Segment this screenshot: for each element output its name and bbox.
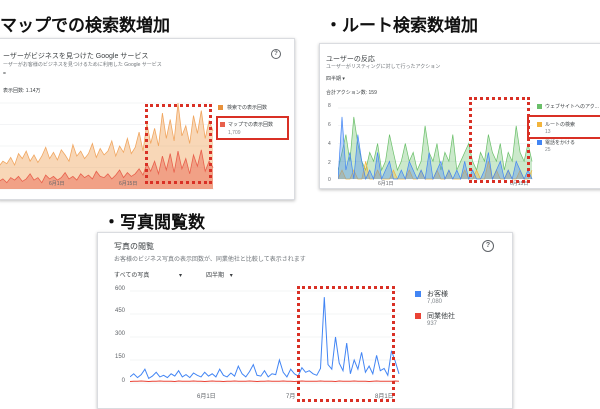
period-label: 四半期 <box>206 273 225 279</box>
y-tick: 2 <box>328 160 331 166</box>
highlight-dotted-photos <box>297 286 395 402</box>
card-route-total: 合計アクション数: 159 <box>326 90 377 96</box>
card-photos-subtitle: お客様のビジネス写真の表示回数が、同業他社と比較して表示されます <box>114 257 306 263</box>
card-route-period[interactable]: 四半期 ▾ <box>326 75 345 82</box>
legend-swatch-competitors[interactable] <box>415 313 421 319</box>
x-tick: 6月1日 <box>378 181 394 187</box>
y-tick: 300 <box>114 331 125 337</box>
y-tick: 0 <box>328 177 331 183</box>
highlight-box-maps-legend <box>216 116 289 140</box>
heading-photos: ・写真閲覧数 <box>103 213 205 232</box>
highlight-box-route-legend <box>527 115 600 139</box>
legend-swatch-customer[interactable] <box>415 291 421 297</box>
legend-label-customer: お客様 <box>427 291 448 298</box>
y-tick: 8 <box>328 103 331 109</box>
legend-label-website: ウェブサイトへのアク... <box>545 104 599 110</box>
card-maps-subtitle: ーザーがお客様のビジネスを見つけるために利用した Google サービス <box>3 62 162 68</box>
legend-value-call: 25 <box>545 147 551 153</box>
y-tick: 6 <box>328 122 331 128</box>
heading-route: ・ルート検索数増加 <box>325 16 478 35</box>
period-dropdown[interactable]: 四半期 ▾ <box>206 270 233 279</box>
legend-swatch-call[interactable] <box>537 140 542 145</box>
card-photos-title: 写真の閲覧 <box>114 242 154 251</box>
x-tick: 6月1日 <box>197 394 216 400</box>
x-tick: 6月1日 <box>49 181 65 187</box>
help-icon[interactable]: ? <box>271 49 281 59</box>
card-maps-total: 表示回数: 1.14万 <box>3 88 41 94</box>
y-tick: 450 <box>114 308 125 314</box>
chevron-down-icon: ▾ <box>179 273 183 279</box>
filter-label: すべての写真 <box>114 273 150 279</box>
x-tick: 6月15日 <box>119 181 138 187</box>
y-tick: 600 <box>114 286 125 292</box>
legend-label-search: 検索での表示回数 <box>227 105 268 111</box>
legend-label-competitors: 同業他社 <box>427 313 455 320</box>
y-tick: 150 <box>114 354 125 360</box>
card-maps-dropdown[interactable]: = <box>3 71 6 77</box>
highlight-dotted-route <box>469 97 530 183</box>
filter-dropdown[interactable]: すべての写真 ▾ <box>114 270 182 279</box>
heading-maps: マップでの検索数増加 <box>0 16 170 35</box>
card-route-subtitle: ユーザーがリスティングに対して行ったアクション <box>326 64 441 70</box>
card-maps-title: ーザーがビジネスを見つけた Google サービス <box>3 53 149 60</box>
y-tick: 0 <box>121 378 125 384</box>
chevron-down-icon: ▾ <box>229 273 233 279</box>
legend-value-customer: 7,080 <box>427 299 443 305</box>
legend-swatch-website[interactable] <box>537 104 542 109</box>
legend-value-competitors: 937 <box>427 321 438 327</box>
x-tick: 7月 <box>286 394 296 400</box>
legend-label-call: 電話をかける <box>545 140 576 146</box>
legend-swatch-search[interactable] <box>218 105 223 110</box>
highlight-dotted-maps <box>145 104 212 184</box>
y-tick: 4 <box>328 141 331 147</box>
help-icon[interactable]: ? <box>482 240 494 252</box>
